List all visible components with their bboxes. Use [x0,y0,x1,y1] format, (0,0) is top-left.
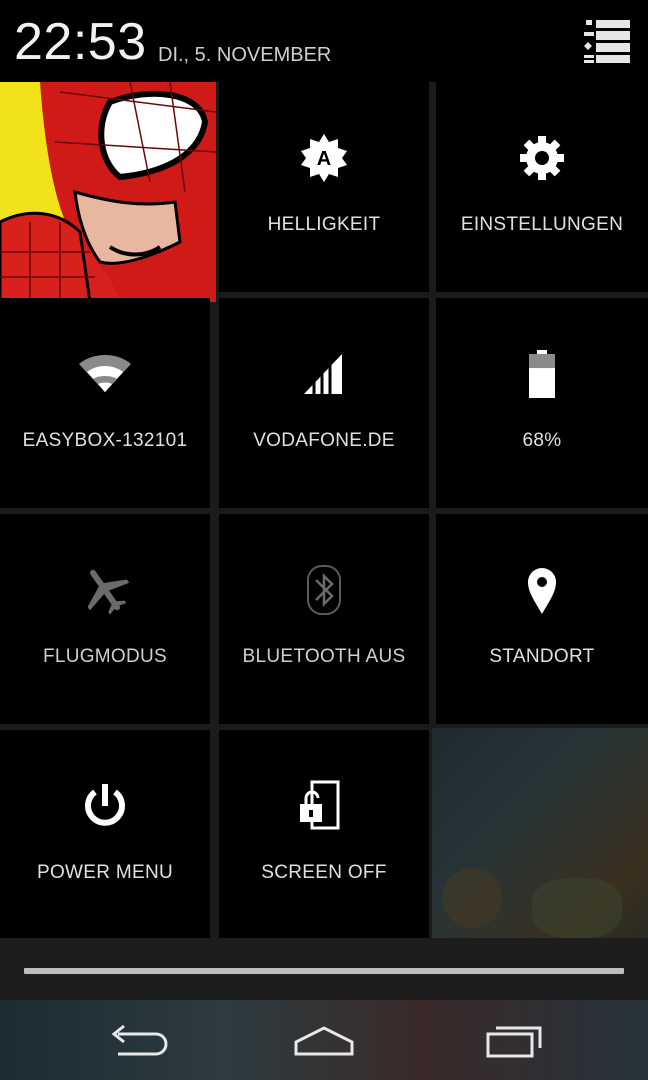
screen-off-tile[interactable]: SCREEN OFF [219,730,429,938]
wifi-label: EASYBOX-132101 [22,430,188,451]
wifi-tile[interactable]: EASYBOX-132101 [0,298,210,508]
location-tile[interactable]: STANDORT [436,514,648,724]
signal-icon [298,348,350,400]
brightness-label: HELLIGKEIT [267,214,381,235]
airplane-mode-tile[interactable]: FLUGMODUS [0,514,210,724]
settings-label: EINSTELLUNGEN [460,214,624,235]
airplane-mode-label: FLUGMODUS [42,646,168,667]
settings-list-icon[interactable] [580,16,632,64]
clock[interactable]: 22:53 [14,12,147,72]
mobile-data-tile[interactable]: VODAFONE.DE [219,298,429,508]
carrier-label: VODAFONE.DE [253,430,395,451]
back-icon[interactable] [94,1018,174,1064]
battery-label: 68% [522,430,562,451]
bluetooth-label: BLUETOOTH AUS [242,646,406,667]
recents-icon[interactable] [474,1018,554,1064]
wifi-icon [79,348,131,400]
airplane-icon [79,564,131,616]
home-icon[interactable] [284,1018,364,1064]
quick-settings-grid: A HELLIGKEIT EINSTELLUNGEN EASYBOX-13210… [0,82,648,938]
battery-tile[interactable]: 68% [436,298,648,508]
location-pin-icon [516,564,568,616]
screen-off-label: SCREEN OFF [261,862,387,883]
date[interactable]: DI., 5. NOVEMBER [158,44,331,66]
brightness-tile[interactable]: A HELLIGKEIT [219,82,429,292]
location-label: STANDORT [489,646,595,667]
quick-settings-header: 22:53 DI., 5. NOVEMBER [0,0,648,82]
power-icon [79,780,131,832]
user-avatar [0,82,216,302]
power-menu-tile[interactable]: POWER MENU [0,730,210,938]
user-tile[interactable] [0,82,216,302]
bluetooth-icon [298,564,350,616]
panel-drag-handle[interactable] [24,968,624,974]
battery-icon [516,348,568,400]
svg-text:A: A [317,148,331,170]
settings-tile[interactable]: EINSTELLUNGEN [436,82,648,292]
navigation-bar [0,1000,648,1080]
wallpaper-area [432,728,648,938]
screen-lock-icon [298,780,350,832]
bluetooth-tile[interactable]: BLUETOOTH AUS [219,514,429,724]
power-menu-label: POWER MENU [37,862,173,883]
auto-brightness-icon: A [298,132,350,184]
gear-icon [516,132,568,184]
